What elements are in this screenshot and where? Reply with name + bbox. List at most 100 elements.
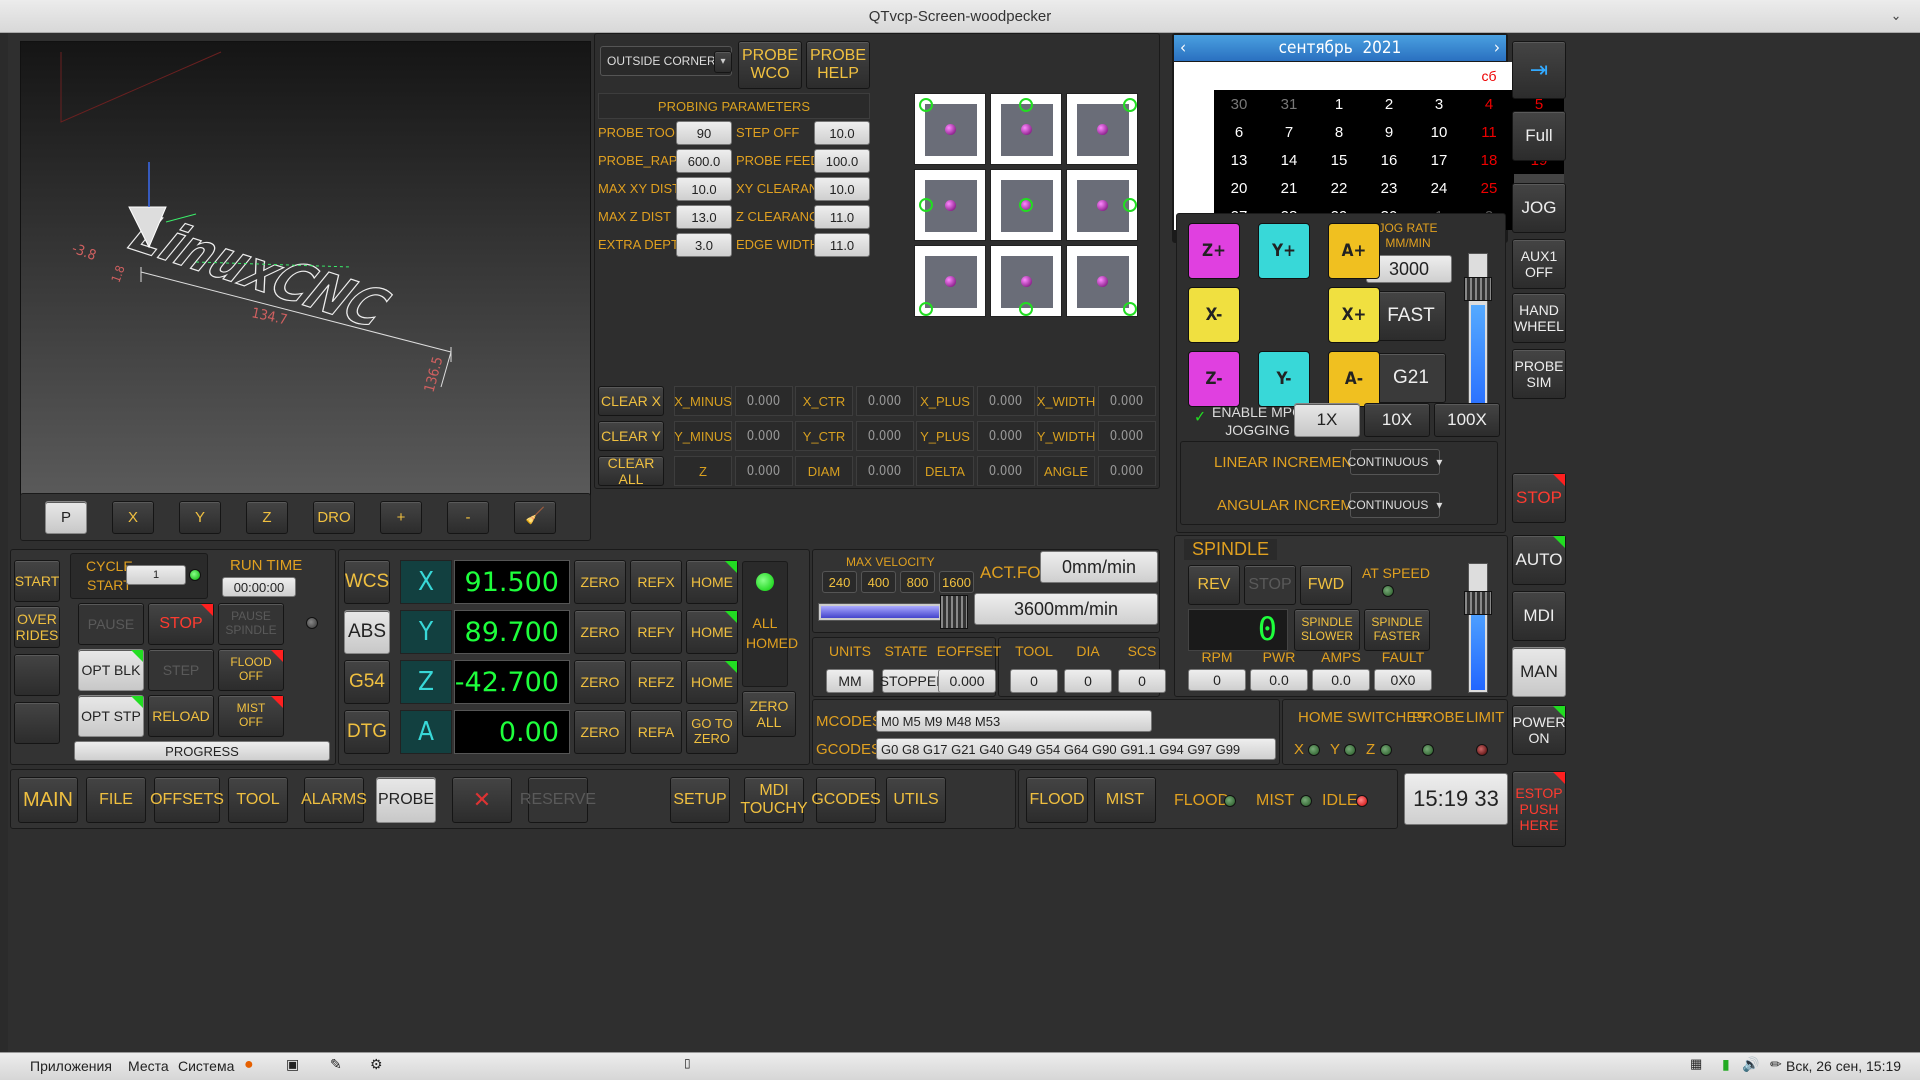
dro-mode-wcs[interactable]: WCS xyxy=(344,560,390,604)
calendar-day[interactable]: 31 xyxy=(1264,90,1314,118)
blank-button-1[interactable] xyxy=(14,654,60,696)
opt-blk-button[interactable]: OPT BLK xyxy=(78,649,144,691)
increment-1x-button[interactable]: 1X xyxy=(1294,403,1360,437)
linuxcnc-icon[interactable]: ⚙ xyxy=(370,1056,383,1073)
calendar-day[interactable]: 2 xyxy=(1364,90,1414,118)
cycle-count[interactable]: 1 xyxy=(126,565,186,585)
velocity-preset-400[interactable]: 400 xyxy=(861,571,896,593)
home-z-button[interactable]: HOME xyxy=(686,660,738,704)
side-button-power-on[interactable]: POWER ON xyxy=(1512,705,1566,755)
tab-gcodes[interactable]: GCODES xyxy=(811,777,881,823)
velocity-preset-1600[interactable]: 1600 xyxy=(939,571,974,593)
param-value2-1[interactable]: 100.0 xyxy=(814,149,870,173)
probe-corner-1-2[interactable] xyxy=(1066,169,1138,241)
view-button-z[interactable]: Z xyxy=(246,501,288,534)
calendar-day[interactable]: 18 xyxy=(1464,146,1514,174)
calendar-month[interactable]: сентябрь xyxy=(1279,38,1353,58)
param-value-2[interactable]: 10.0 xyxy=(676,177,732,201)
ref-z-button[interactable]: REFZ xyxy=(630,660,682,704)
flood-off-button[interactable]: FLOOD OFF xyxy=(218,649,284,691)
calendar-day[interactable]: 13 xyxy=(1214,146,1264,174)
tab-tool[interactable]: TOOL xyxy=(228,777,288,823)
param-value2-2[interactable]: 10.0 xyxy=(814,177,870,201)
clear-x-button[interactable]: CLEAR X xyxy=(598,386,664,416)
window-menu-icon[interactable]: ⌄ xyxy=(1886,6,1906,26)
view-button-plus[interactable]: + xyxy=(380,501,422,534)
ref-x-button[interactable]: REFX xyxy=(630,560,682,604)
jog-slider-handle[interactable] xyxy=(1464,277,1492,301)
home-x-button[interactable]: HOME xyxy=(686,560,738,604)
angular-increment-select[interactable]: CONTINUOUS ▾ xyxy=(1348,492,1442,518)
stop-button[interactable]: STOP xyxy=(148,603,214,645)
linear-increment-select[interactable]: CONTINUOUS ▾ xyxy=(1348,449,1442,475)
spindle-fwd-button[interactable]: FWD xyxy=(1300,565,1352,605)
prev-month-icon[interactable]: ‹ xyxy=(1180,35,1186,61)
flood-button[interactable]: FLOOD xyxy=(1026,777,1088,823)
editor-icon[interactable]: ✎ xyxy=(330,1056,342,1073)
view-button-p[interactable]: P xyxy=(45,501,87,534)
side-button-probe-sim[interactable]: PROBE SIM xyxy=(1512,349,1566,399)
param-value-3[interactable]: 13.0 xyxy=(676,205,732,229)
probe-corner-2-2[interactable] xyxy=(1066,245,1138,317)
opt-stp-button[interactable]: OPT STP xyxy=(78,695,144,737)
probe-wco-button[interactable]: PROBE WCO xyxy=(738,41,802,89)
param-value-0[interactable]: 90 xyxy=(676,121,732,145)
pause-button[interactable]: PAUSE xyxy=(78,603,144,645)
probe-corner-1-1[interactable] xyxy=(990,169,1062,241)
calendar-day[interactable]: 24 xyxy=(1414,174,1464,202)
calendar-day[interactable]: 3 xyxy=(1414,90,1464,118)
goto-zero-button[interactable]: GO TO ZERO xyxy=(686,710,738,754)
increment-100x-button[interactable]: 100X xyxy=(1434,403,1500,437)
tab-setup[interactable]: SETUP xyxy=(670,777,730,823)
jog-x-minusplus-button[interactable]: X+ xyxy=(1328,287,1380,343)
probe-corner-0-0[interactable] xyxy=(914,93,986,165)
param-value2-4[interactable]: 11.0 xyxy=(814,233,870,257)
side-button-man[interactable]: MAN xyxy=(1512,647,1566,697)
view-button-y[interactable]: Y xyxy=(179,501,221,534)
dro-mode-g54[interactable]: G54 xyxy=(344,660,390,704)
graphics-view[interactable]: 134.7 136.5 -3.8 1.8 LinuxCNC xyxy=(20,41,591,496)
calendar-day[interactable]: 16 xyxy=(1364,146,1414,174)
terminal-icon[interactable]: ▣ xyxy=(286,1056,299,1073)
calendar-day[interactable]: 9 xyxy=(1364,118,1414,146)
tools-icon[interactable]: ✕ xyxy=(452,777,512,823)
calendar-day[interactable]: 11 xyxy=(1464,118,1514,146)
blank-button-2[interactable] xyxy=(14,702,60,744)
side-button-auto[interactable]: AUTO xyxy=(1512,535,1566,585)
tab-probe[interactable]: PROBE xyxy=(376,777,436,823)
mpg-check-icon[interactable]: ✓ xyxy=(1194,407,1206,426)
zero-a-button[interactable]: ZERO xyxy=(574,710,626,754)
probe-corner-2-1[interactable] xyxy=(990,245,1062,317)
probe-mode-select[interactable]: OUTSIDE CORNERS xyxy=(600,46,732,76)
apps-menu[interactable]: Приложения xyxy=(30,1058,112,1074)
zero-x-button[interactable]: ZERO xyxy=(574,560,626,604)
calendar-day[interactable]: 17 xyxy=(1414,146,1464,174)
reload-button[interactable]: RELOAD xyxy=(148,695,214,737)
mist-off-button[interactable]: MIST OFF xyxy=(218,695,284,737)
side-button-mdi[interactable]: MDI xyxy=(1512,591,1566,641)
spindle-override-slider[interactable] xyxy=(1468,563,1488,693)
calendar-day[interactable]: 20 xyxy=(1214,174,1264,202)
tab-reserve[interactable]: RESERVE xyxy=(520,777,596,823)
calendar-day[interactable]: 22 xyxy=(1314,174,1364,202)
ref-a-button[interactable]: REFA xyxy=(630,710,682,754)
next-month-icon[interactable]: › xyxy=(1494,35,1500,61)
calendar-day[interactable]: 10 xyxy=(1414,118,1464,146)
spindle-slider-handle[interactable] xyxy=(1464,591,1492,615)
clear-plot-button[interactable]: 🧹 xyxy=(514,501,556,534)
calendar-day[interactable]: 14 xyxy=(1264,146,1314,174)
param-value-4[interactable]: 3.0 xyxy=(676,233,732,257)
overrides-button[interactable]: OVER RIDES xyxy=(14,606,60,648)
view-button-x[interactable]: X xyxy=(112,501,154,534)
calendar-day[interactable]: 15 xyxy=(1314,146,1364,174)
side-button-full[interactable]: Full xyxy=(1512,111,1566,161)
jog-a-minusplus-button[interactable]: A+ xyxy=(1328,223,1380,279)
home-y-button[interactable]: HOME xyxy=(686,610,738,654)
probe-mode-dropdown[interactable]: ▾ xyxy=(714,51,732,73)
fast-button[interactable]: FAST xyxy=(1376,291,1446,341)
clear-y-button[interactable]: CLEAR Y xyxy=(598,421,664,451)
jog-z-minusplus-button[interactable]: Z+ xyxy=(1188,223,1240,279)
system-menu[interactable]: Система xyxy=(178,1058,234,1074)
jog-x-minus-button[interactable]: X- xyxy=(1188,287,1240,343)
clear-all-button[interactable]: CLEAR ALL xyxy=(598,455,664,487)
